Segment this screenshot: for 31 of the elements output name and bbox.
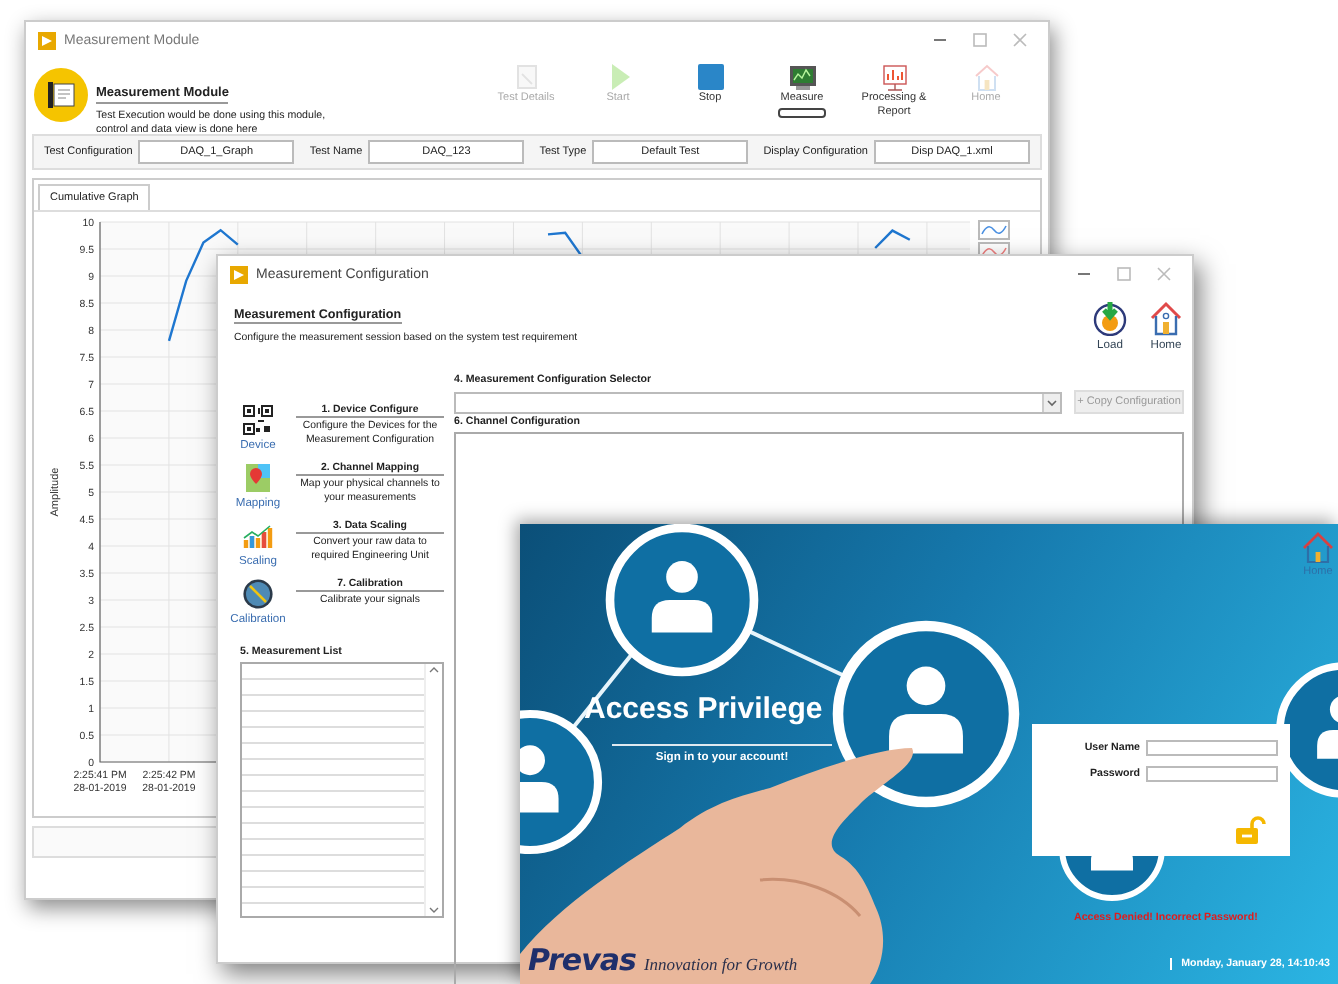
password-field[interactable] [1146, 766, 1278, 782]
tagline: Innovation for Growth [643, 954, 798, 974]
home-icon [971, 62, 1001, 92]
gauge-icon [242, 578, 274, 610]
scroll-up-icon [426, 664, 442, 676]
maximize-icon[interactable] [1116, 266, 1132, 282]
app-icon [230, 265, 248, 283]
map-pin-icon [242, 462, 274, 494]
dropdown[interactable] [454, 391, 1062, 413]
monitor-icon [787, 62, 817, 92]
company-logo: Prevas [528, 942, 636, 978]
chart-board-icon [879, 62, 909, 92]
chevron-down-icon [1042, 393, 1060, 411]
home-icon [1302, 532, 1334, 564]
legend-icon [978, 220, 1010, 240]
stop-icon [695, 62, 725, 92]
app-icon [38, 31, 56, 49]
scroll-down-icon [426, 904, 442, 916]
close-icon[interactable] [1156, 266, 1172, 282]
login-title: Access Privilege [584, 692, 823, 726]
home-icon [1148, 300, 1184, 336]
maximize-icon[interactable] [972, 32, 988, 48]
qr-code-icon [242, 404, 274, 436]
measurement-list[interactable] [240, 662, 444, 918]
text-field[interactable] [1146, 740, 1278, 756]
document-icon [511, 62, 541, 92]
bar-chart-icon [242, 520, 274, 552]
module-icon [34, 68, 88, 122]
unlocked-padlock-icon [1234, 816, 1266, 844]
close-icon[interactable] [1012, 32, 1028, 48]
download-icon [1092, 300, 1128, 336]
